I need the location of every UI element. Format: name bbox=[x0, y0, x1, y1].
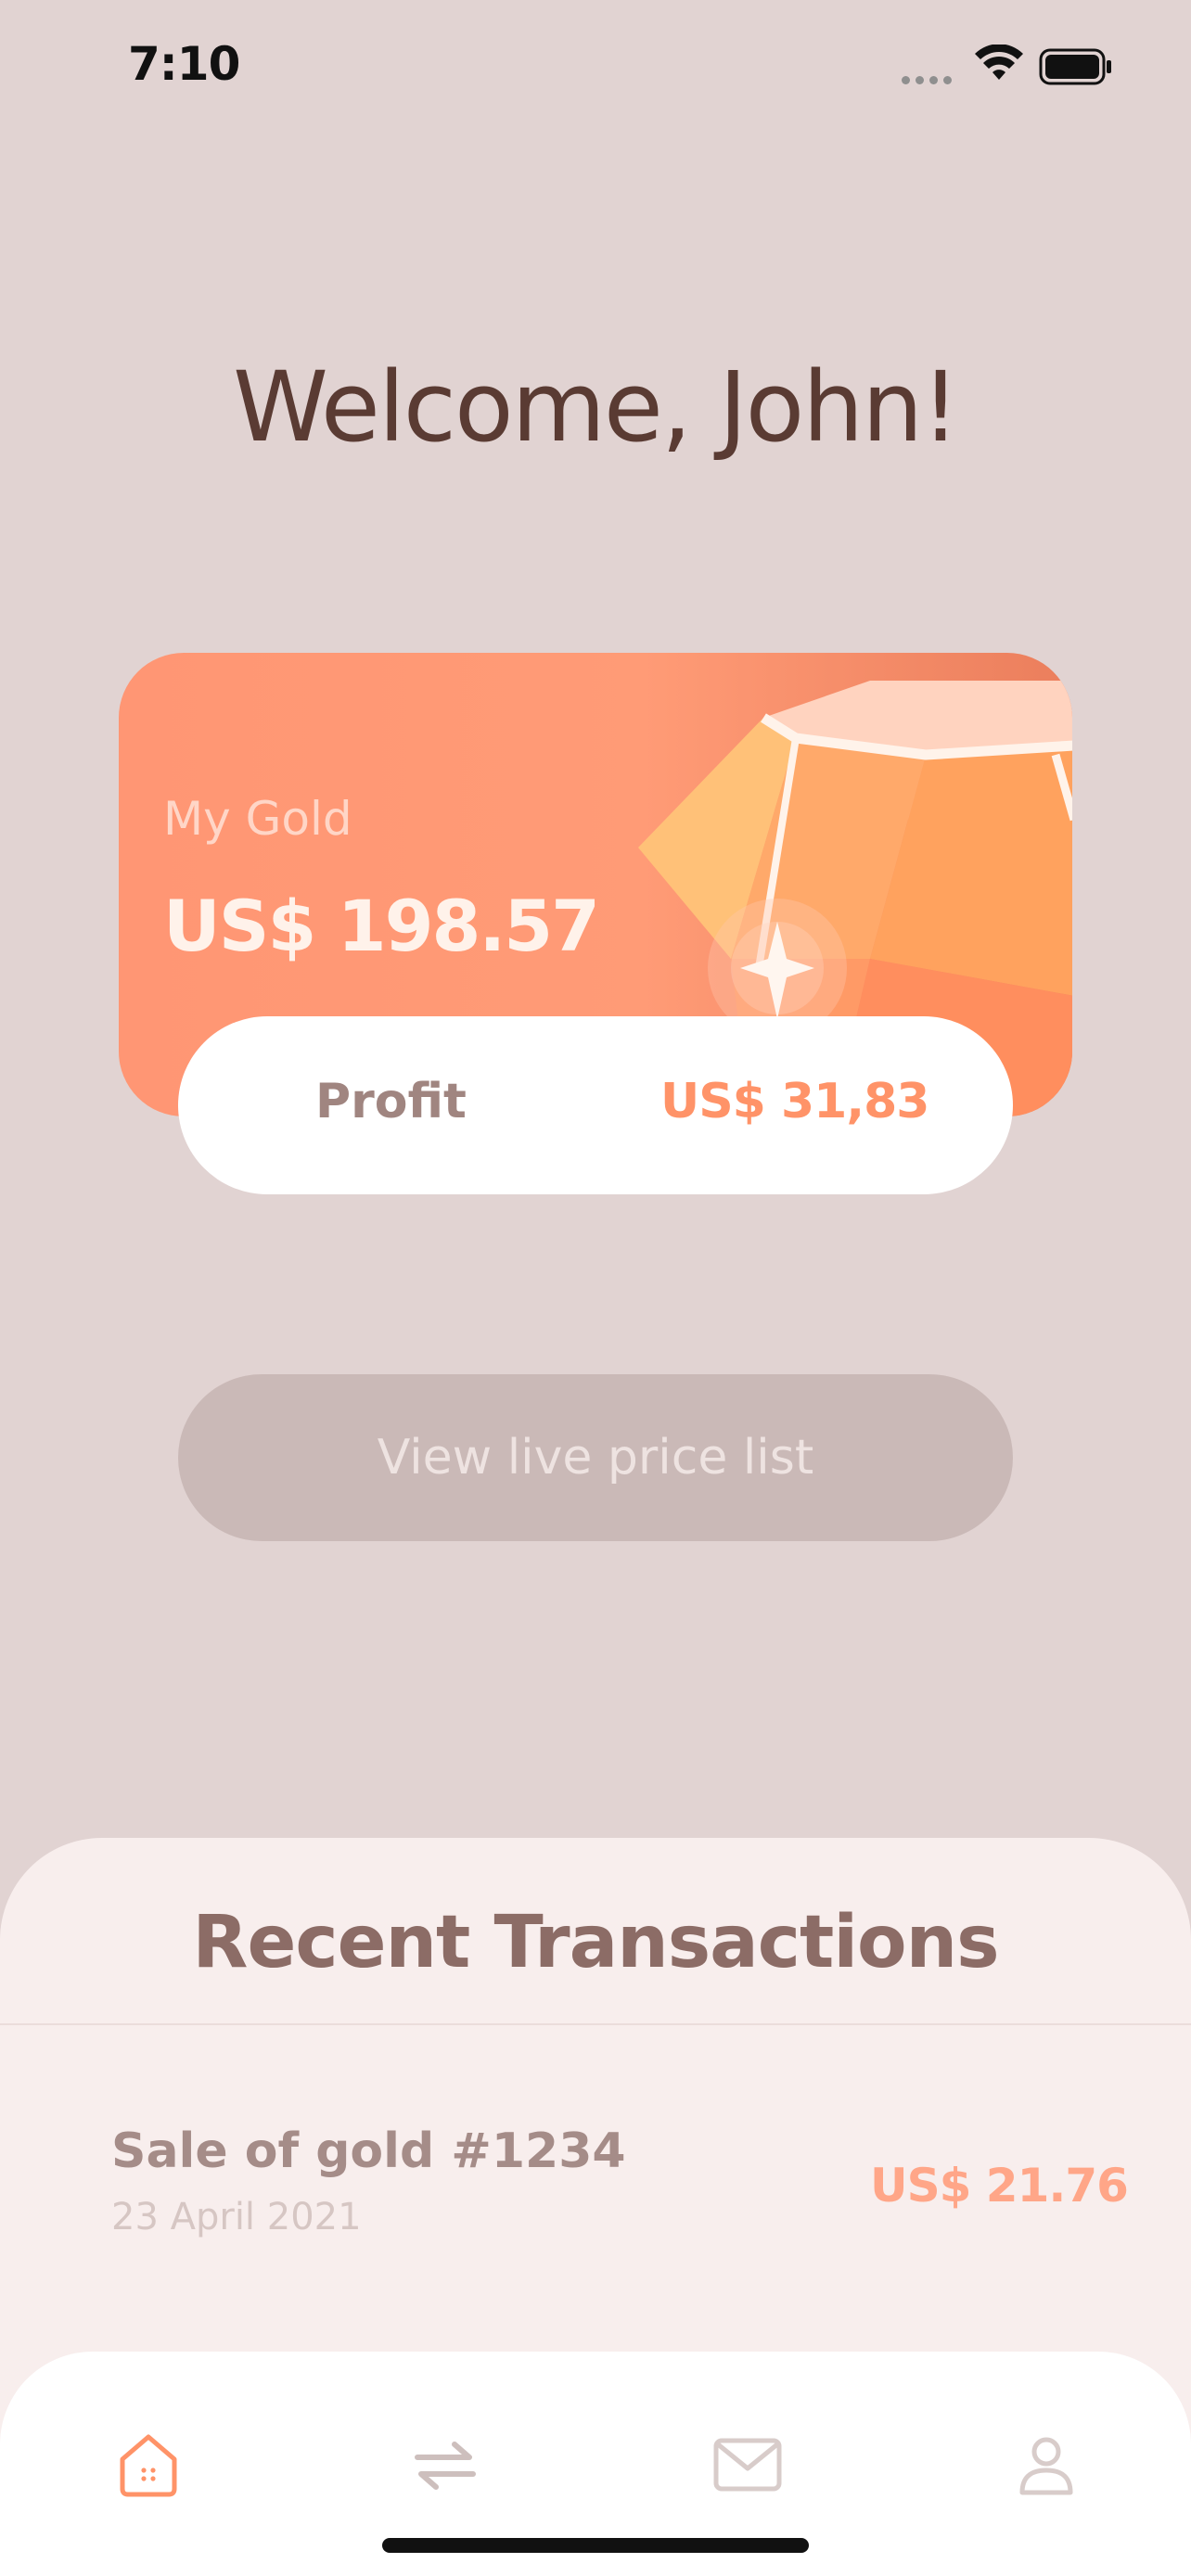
mail-icon[interactable] bbox=[711, 2428, 785, 2502]
divider bbox=[0, 2023, 1191, 2025]
view-live-price-button[interactable]: View live price list bbox=[178, 1374, 1013, 1541]
home-icon[interactable] bbox=[111, 2428, 186, 2502]
transaction-date: 23 April 2021 bbox=[111, 2196, 362, 2238]
profit-value: US$ 31,83 bbox=[660, 1074, 929, 1129]
status-time: 7:10 bbox=[128, 37, 240, 91]
profit-label: Profit bbox=[315, 1074, 467, 1129]
recent-transactions-title: Recent Transactions bbox=[192, 1901, 999, 1984]
transfer-icon[interactable] bbox=[408, 2428, 482, 2502]
transaction-row[interactable]: Sale of gold #1234 23 April 2021 US$ 21.… bbox=[0, 2116, 1191, 2264]
status-bar: 7:10 bbox=[0, 0, 1191, 130]
wifi-icon bbox=[975, 45, 1023, 80]
transaction-title: Sale of gold #1234 bbox=[111, 2123, 626, 2179]
welcome-title: Welcome, John! bbox=[233, 351, 960, 464]
home-indicator bbox=[382, 2538, 809, 2553]
profit-summary: Profit US$ 31,83 bbox=[178, 1016, 1013, 1194]
battery-icon bbox=[1039, 48, 1111, 85]
cellular-signal-icon bbox=[902, 76, 952, 84]
gold-card-value: US$ 198.57 bbox=[163, 885, 600, 967]
gold-card-label: My Gold bbox=[163, 792, 352, 846]
profile-icon[interactable] bbox=[1009, 2428, 1083, 2502]
transaction-amount: US$ 21.76 bbox=[870, 2159, 1129, 2213]
